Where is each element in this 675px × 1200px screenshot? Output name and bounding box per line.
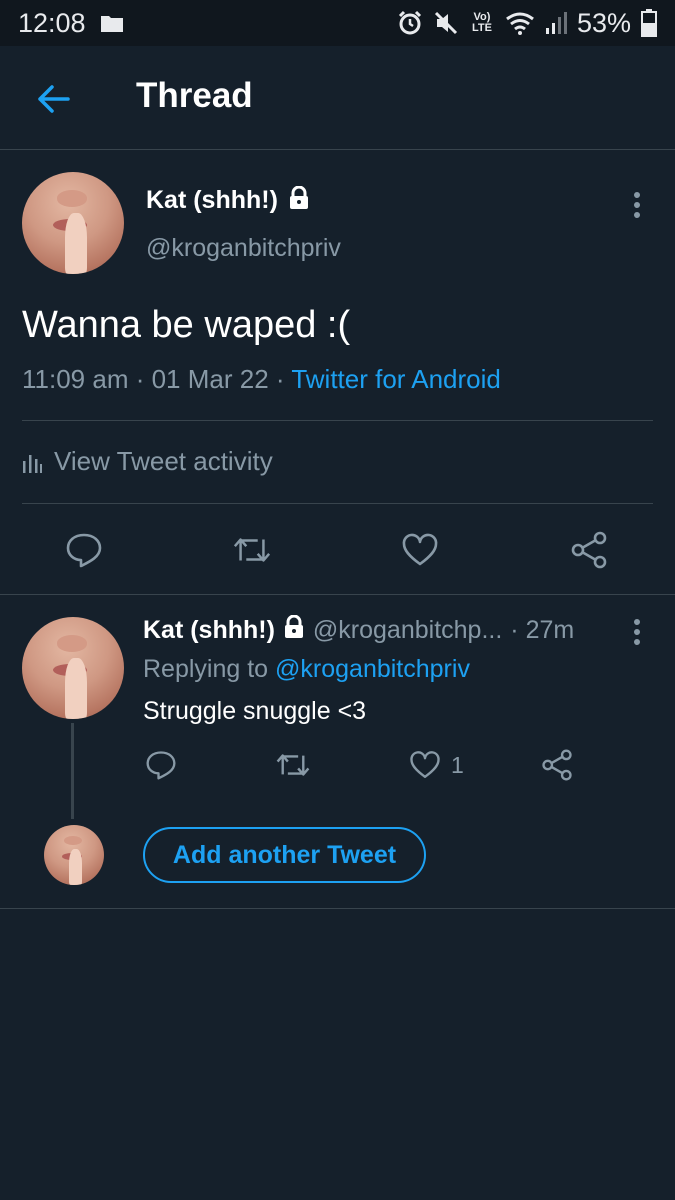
user-handle[interactable]: @kroganbitchp... xyxy=(313,616,502,645)
retweet-button[interactable] xyxy=(275,745,311,785)
reply-header: Kat (shhh!) @kroganbitchp... · 27m xyxy=(143,614,575,646)
share-icon xyxy=(542,749,572,781)
like-button[interactable] xyxy=(400,530,440,570)
retweet-icon xyxy=(233,538,271,562)
more-vertical-icon xyxy=(634,192,640,218)
status-bar: 12:08 Vo) LTE 53% xyxy=(0,0,675,46)
reply-icon xyxy=(146,751,176,780)
wifi-icon xyxy=(505,11,535,35)
like-icon xyxy=(402,533,438,566)
meta-separator: · xyxy=(268,364,292,394)
battery-icon xyxy=(641,9,657,37)
view-tweet-activity[interactable]: View Tweet activity xyxy=(22,446,273,477)
display-name[interactable]: Kat (shhh!) xyxy=(143,616,275,645)
app-header: Thread xyxy=(0,46,675,150)
avatar xyxy=(44,825,104,885)
tweet-source-link[interactable]: Twitter for Android xyxy=(291,364,501,394)
activity-label: View Tweet activity xyxy=(54,446,273,476)
add-another-tweet-button[interactable]: Add another Tweet xyxy=(143,827,426,883)
meta-separator: · xyxy=(128,364,152,394)
battery-percent: 53% xyxy=(576,7,631,38)
divider xyxy=(22,420,653,421)
share-button[interactable] xyxy=(541,745,573,785)
tweet-text: Wanna be waped :( xyxy=(22,304,351,346)
tweet-meta: 11:09 am · 01 Mar 22 · Twitter for Andro… xyxy=(22,364,501,395)
thread-line xyxy=(71,723,74,819)
lock-icon xyxy=(288,185,310,215)
page-title: Thread xyxy=(136,76,253,115)
status-time: 12:08 xyxy=(18,7,86,38)
signal-icon xyxy=(545,11,567,35)
back-arrow-icon xyxy=(38,85,70,113)
more-vertical-icon xyxy=(634,619,640,645)
more-options-button[interactable] xyxy=(620,188,654,222)
avatar[interactable] xyxy=(22,172,124,274)
tweet-action-bar xyxy=(0,522,675,578)
like-icon xyxy=(410,751,440,778)
volte-icon: Vo) LTE xyxy=(471,11,492,34)
lock-icon xyxy=(283,614,305,646)
mute-icon xyxy=(433,10,459,36)
share-button[interactable] xyxy=(569,530,609,570)
reply-icon xyxy=(66,533,102,568)
retweet-icon xyxy=(276,754,310,776)
tweet-date: 01 Mar 22 xyxy=(151,364,269,394)
replying-to-link[interactable]: @kroganbitchpriv xyxy=(275,655,470,683)
like-count: 1 xyxy=(451,751,464,778)
divider xyxy=(22,503,653,504)
reply-tweet[interactable]: Kat (shhh!) @kroganbitchp... · 27m Reply… xyxy=(0,595,675,909)
replying-to: Replying to @kroganbitchpriv xyxy=(143,655,470,684)
main-tweet: Kat (shhh!) @kroganbitchpriv Wanna be wa… xyxy=(0,150,675,595)
like-button[interactable]: 1 xyxy=(409,745,464,785)
replying-prefix: Replying to xyxy=(143,655,276,683)
tweet-age: · 27m xyxy=(510,616,575,644)
share-icon xyxy=(571,531,607,569)
avatar[interactable] xyxy=(22,617,124,719)
user-handle[interactable]: @kroganbitchpriv xyxy=(146,234,341,263)
tweet-time: 11:09 am xyxy=(22,364,129,394)
reply-button[interactable] xyxy=(64,530,104,570)
display-name[interactable]: Kat (shhh!) xyxy=(146,186,278,215)
reply-button[interactable] xyxy=(145,745,177,785)
activity-chart-icon xyxy=(23,454,42,473)
tweet-text: Struggle snuggle <3 xyxy=(143,697,367,725)
retweet-button[interactable] xyxy=(232,530,272,570)
reply-action-bar: 1 xyxy=(143,745,643,785)
alarm-icon xyxy=(397,10,423,36)
folder-icon xyxy=(100,13,124,33)
back-button[interactable] xyxy=(34,80,72,118)
more-options-button[interactable] xyxy=(620,615,654,649)
